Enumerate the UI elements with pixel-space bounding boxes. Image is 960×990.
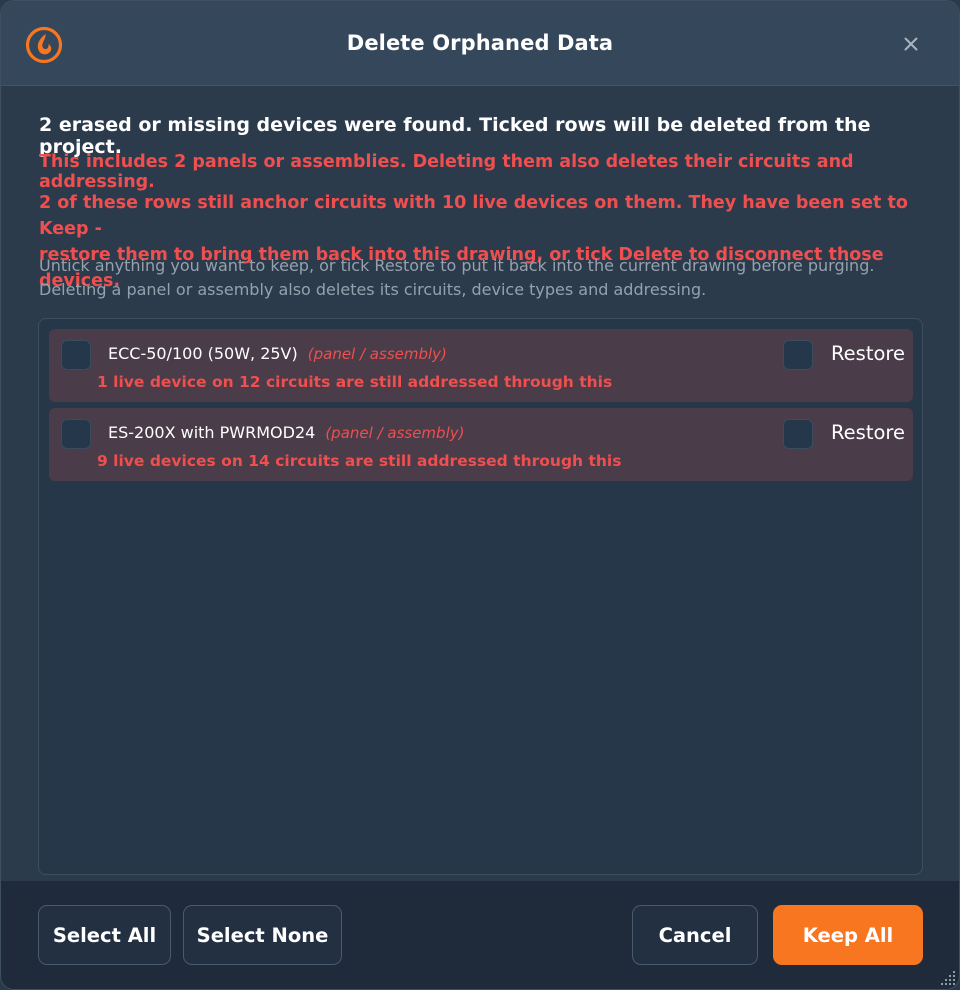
anchor-warning-line-1: 2 of these rows still anchor circuits wi…: [39, 193, 908, 239]
select-none-button[interactable]: Select None: [183, 905, 342, 965]
dialog-footer: Select All Select None Cancel Keep All: [1, 881, 959, 989]
list-item: ECC-50/100 (50W, 25V) (panel / assembly) …: [49, 329, 913, 402]
delete-orphaned-data-dialog: Delete Orphaned Data 2 erased or missing…: [0, 0, 960, 990]
item-type: (panel / assembly): [307, 345, 447, 363]
item-name-row: ECC-50/100 (50W, 25V) (panel / assembly): [108, 344, 447, 363]
instructions-hint: Untick anything you want to keep, or tic…: [39, 254, 919, 302]
delete-checkbox[interactable]: [61, 340, 91, 370]
list-item: ES-200X with PWRMOD24 (panel / assembly) …: [49, 408, 913, 481]
item-warning: 9 live devices on 14 circuits are still …: [97, 452, 622, 470]
panels-warning: This includes 2 panels or assemblies. De…: [39, 152, 854, 192]
select-all-button[interactable]: Select All: [38, 905, 171, 965]
close-icon: [904, 37, 918, 51]
item-type: (panel / assembly): [325, 424, 465, 442]
dialog-titlebar: Delete Orphaned Data: [1, 1, 959, 86]
restore-label[interactable]: Restore: [831, 342, 905, 365]
item-warning: 1 live device on 12 circuits are still a…: [97, 373, 613, 391]
orphaned-items-list[interactable]: ECC-50/100 (50W, 25V) (panel / assembly) …: [38, 318, 923, 875]
item-name-row: ES-200X with PWRMOD24 (panel / assembly): [108, 423, 464, 442]
cancel-button[interactable]: Cancel: [632, 905, 758, 965]
item-name: ES-200X with PWRMOD24: [108, 423, 316, 442]
restore-label[interactable]: Restore: [831, 421, 905, 444]
close-button[interactable]: [894, 27, 928, 61]
resize-grip-icon[interactable]: [941, 971, 957, 987]
restore-checkbox[interactable]: [783, 340, 813, 370]
keep-all-button[interactable]: Keep All: [773, 905, 923, 965]
hint-line-2: Deleting a panel or assembly also delete…: [39, 280, 707, 299]
dialog-title: Delete Orphaned Data: [346, 31, 614, 55]
delete-checkbox[interactable]: [61, 419, 91, 449]
restore-checkbox[interactable]: [783, 419, 813, 449]
hint-line-1: Untick anything you want to keep, or tic…: [39, 256, 875, 275]
item-name: ECC-50/100 (50W, 25V): [108, 344, 298, 363]
